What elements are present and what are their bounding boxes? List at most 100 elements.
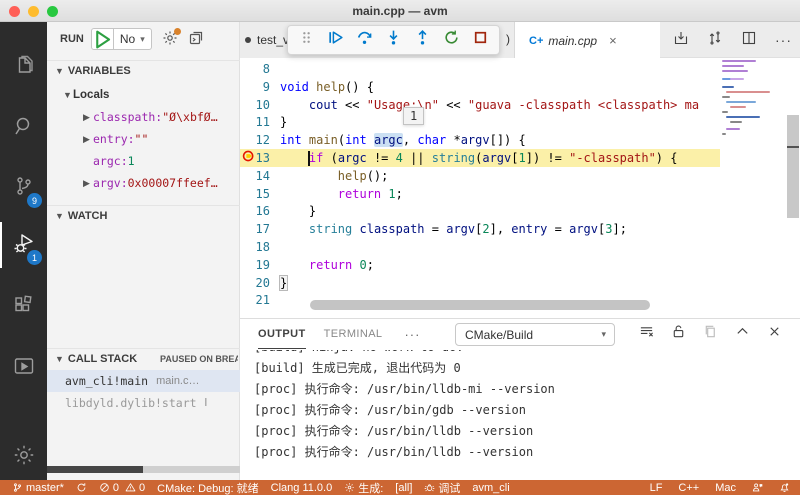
code-line-17[interactable]: 17 string classpath = argv[2], entry = a… xyxy=(240,220,720,238)
code-line-10[interactable]: 10 cout << "Usage:\n" << "guava -classpa… xyxy=(240,96,720,114)
status-item-left-7[interactable]: [all] xyxy=(395,482,412,494)
panel-actions xyxy=(639,319,782,349)
status-item-left-2[interactable]: 0 xyxy=(99,482,119,494)
variable-row[interactable]: ▶ argv: 0x00007ffeef… xyxy=(47,172,240,194)
output-log[interactable]: [build] ninja: no work to do. [build] 生成已… xyxy=(240,350,800,481)
more-tabs-icon[interactable]: ··· xyxy=(404,327,420,342)
status-item-left-6[interactable]: 生成: xyxy=(344,480,383,495)
tab-output[interactable]: OUTPUT xyxy=(258,319,306,349)
close-window-button[interactable] xyxy=(9,6,20,17)
debug-console-button[interactable] xyxy=(188,30,204,49)
variable-row[interactable]: ▶ classpath: "Ø\xbfØ… xyxy=(47,106,240,128)
feedback-icon xyxy=(752,482,763,493)
minimize-window-button[interactable] xyxy=(28,6,39,17)
open-in-editor-icon[interactable] xyxy=(703,324,718,344)
status-item-left-0[interactable]: master* xyxy=(12,482,64,494)
gripper-icon[interactable] xyxy=(298,29,315,51)
window-title: main.cpp — avm xyxy=(352,3,448,18)
status-item-right-1[interactable]: C++ xyxy=(678,482,699,494)
status-bar: master* 0 0 CMake: Debug: 就绪 Clang 11.0.0 生成:… xyxy=(0,480,800,495)
status-item-right-4[interactable] xyxy=(779,482,790,493)
status-item-left-1[interactable] xyxy=(76,482,87,493)
activity-item-source-control[interactable]: 9 xyxy=(0,165,47,211)
sidebar-horizontal-scrollbar[interactable] xyxy=(47,466,240,473)
code-line-13[interactable]: 13 if (argc != 4 || string(argv[1]) != "… xyxy=(240,149,720,167)
status-item-left-5[interactable]: Clang 11.0.0 xyxy=(271,482,333,494)
modified-dot-icon xyxy=(245,37,251,43)
status-text: LF xyxy=(649,481,663,494)
title-bar: main.cpp — avm xyxy=(0,0,800,22)
variable-row[interactable]: ▶ entry: "" xyxy=(47,128,240,150)
zoom-window-button[interactable] xyxy=(47,6,58,17)
code-line-19[interactable]: 19 return 0; xyxy=(240,256,720,274)
bottom-panel: OUTPUT TERMINAL ··· CMake/Build ▾ [build… xyxy=(240,318,800,480)
manage-button[interactable] xyxy=(0,434,47,480)
activity-item-search[interactable] xyxy=(0,105,47,151)
code-line-9[interactable]: 9 void help() { xyxy=(240,78,720,96)
continue-icon[interactable] xyxy=(327,29,344,51)
code-line-14[interactable]: 14 help(); xyxy=(240,167,720,185)
output-channel-dropdown[interactable]: CMake/Build ▾ xyxy=(455,323,615,346)
configure-launch-button[interactable] xyxy=(162,27,181,49)
status-item-left-3[interactable]: 0 xyxy=(125,482,145,494)
split-editor-icon[interactable] xyxy=(741,30,757,51)
launch-config-dropdown[interactable]: No ▾ xyxy=(114,32,151,46)
stop-icon[interactable] xyxy=(472,29,489,51)
call-stack-section-header[interactable]: ▼ CALL STACK PAUSED ON BREAKPOINT xyxy=(47,348,240,368)
minimap[interactable] xyxy=(720,58,786,318)
step-over-icon[interactable] xyxy=(356,29,373,51)
line-number: 15 xyxy=(255,186,270,201)
variable-row[interactable]: argc: 1 xyxy=(47,150,240,172)
clear-output-icon[interactable] xyxy=(639,324,654,344)
tab-terminal[interactable]: TERMINAL xyxy=(324,319,383,349)
minimap-line xyxy=(722,96,730,98)
code-line-8[interactable]: 8 xyxy=(240,60,720,78)
chevron-down-icon: ▾ xyxy=(140,33,145,44)
more-actions-icon[interactable]: ··· xyxy=(775,32,792,48)
bug-icon xyxy=(424,482,435,493)
scrollbar-slider[interactable] xyxy=(787,115,799,218)
status-item-left-9[interactable]: avm_cli xyxy=(472,482,509,494)
start-debugging-button[interactable] xyxy=(92,29,114,49)
line-number: 21 xyxy=(255,293,270,308)
status-item-left-8[interactable]: 调试 xyxy=(424,480,460,495)
variables-section-header[interactable]: ▼ VARIABLES xyxy=(47,60,240,80)
scrollbar-slider[interactable] xyxy=(47,466,143,473)
step-out-icon[interactable] xyxy=(414,29,431,51)
locals-scope[interactable]: ▼ Locals xyxy=(47,84,240,106)
activity-item-cmake[interactable] xyxy=(0,345,47,391)
maximize-panel-icon[interactable] xyxy=(735,324,750,344)
code-line-11[interactable]: 11} xyxy=(240,113,720,131)
minimap-line xyxy=(730,78,744,80)
status-item-right-0[interactable]: LF xyxy=(650,482,663,494)
editor-vertical-scrollbar[interactable] xyxy=(786,58,800,318)
close-tab-button[interactable]: × xyxy=(609,33,617,48)
status-item-right-3[interactable] xyxy=(752,482,763,493)
call-stack-title: CALL STACK xyxy=(67,352,138,365)
stack-frame-row[interactable]: libdyld.dylib!start l xyxy=(47,392,240,414)
step-into-icon[interactable] xyxy=(385,29,402,51)
status-item-left-4[interactable]: CMake: Debug: 就绪 xyxy=(157,480,258,495)
activity-item-explorer[interactable] xyxy=(0,45,47,91)
code-line-12[interactable]: 12 int main(int argc, char *argv[]) { xyxy=(240,131,720,149)
close-panel-icon[interactable] xyxy=(767,324,782,344)
unlock-icon[interactable] xyxy=(671,324,686,344)
tab-main-cpp[interactable]: C+ main.cpp × xyxy=(515,22,660,59)
launch-config-group: No ▾ xyxy=(90,28,152,50)
switch-header-source-icon[interactable] xyxy=(707,30,723,51)
code-line-15[interactable]: 15 return 1; xyxy=(240,185,720,203)
watch-section-header[interactable]: ▼ WATCH xyxy=(47,205,240,225)
stack-frame-row[interactable]: avm_cli!main main.c… xyxy=(47,370,240,392)
install-icon[interactable] xyxy=(673,30,689,51)
code-text: string classpath = argv[2], entry = argv… xyxy=(308,222,627,237)
code-line-18[interactable]: 18 xyxy=(240,238,720,256)
variable-name: entry: xyxy=(93,132,135,146)
status-item-right-2[interactable]: Mac xyxy=(715,482,736,494)
editor-horizontal-scrollbar[interactable] xyxy=(310,300,650,310)
code-line-16[interactable]: 16 } xyxy=(240,202,720,220)
activity-item-run-debug[interactable]: 1 xyxy=(0,222,47,268)
code-line-20[interactable]: 20} xyxy=(240,274,720,292)
activity-item-extensions[interactable] xyxy=(0,285,47,331)
code-editor[interactable]: 8 9 void help() {10 cout << "Usage:\n" << … xyxy=(240,58,800,318)
restart-icon[interactable] xyxy=(443,29,460,51)
